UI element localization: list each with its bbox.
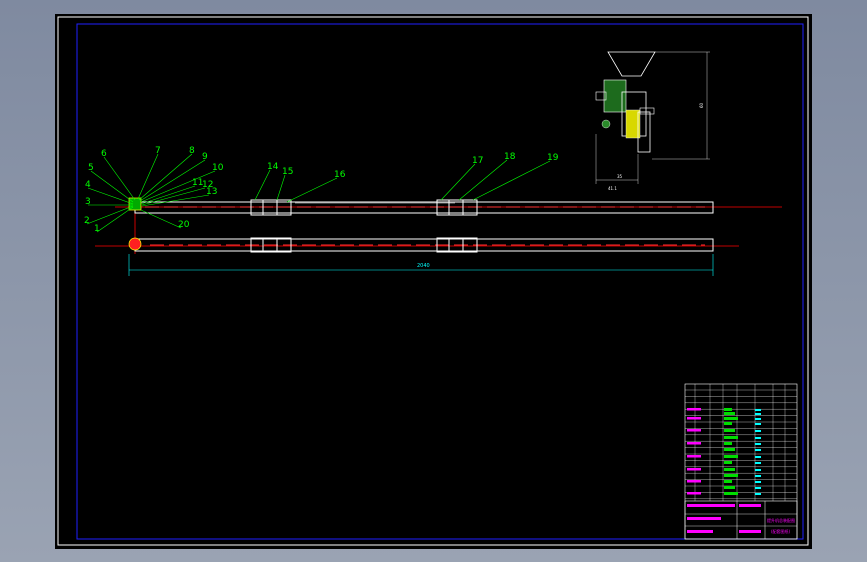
hopper-funnel [607,51,656,77]
balloon-17: 17 [472,156,483,166]
balloon-8: 8 [189,146,195,156]
balloon-3: 3 [85,197,91,207]
leader-line-8 [138,153,193,201]
end-pulley [128,237,142,251]
leader-line-2 [86,205,134,225]
cad-viewport[interactable]: 2040 1 2 3 4 5 6 7 8 9 10 11 12 13 14 15 16 17 18 19 20 60 [0,0,867,562]
drawing-sheet: 2040 1 2 3 4 5 6 7 8 9 10 11 12 13 14 15 16 17 18 19 20 60 [55,14,812,549]
dim-overall-length: 2040 [417,263,430,269]
leader-line-4 [87,187,134,205]
balloon-callouts: 123456 7 891011121314 15 1617 18 1920 [84,146,559,234]
inner-frame [76,23,804,540]
balloon-5: 5 [88,163,94,173]
balloon-18: 18 [504,152,516,162]
leader-line-19 [472,160,551,201]
balloon-1: 1 [94,224,100,234]
balloon-7: 7 [155,146,161,156]
balloon-14: 14 [267,162,279,172]
balloon-19: 19 [547,153,559,163]
leader-line-16 [286,177,338,203]
balloon-9: 9 [202,152,208,162]
balloon-13: 13 [206,187,217,197]
leader-line-15 [276,174,286,201]
balloon-10: 10 [212,163,224,173]
leader-line-5 [90,170,134,203]
bracket-left [603,79,627,113]
dim-detail-width: 35 [617,174,623,179]
leader-line-18 [458,159,508,201]
leader-line-6 [103,156,136,201]
balloon-20: 20 [178,220,190,230]
title-drawing-sub: (配套图纸) [771,528,791,534]
balloon-15: 15 [282,167,293,177]
balloon-6: 6 [101,149,107,159]
assembly-drawing: 2040 123456 7 891011121314 15 1617 18 1920 60 [57,16,809,546]
leader-line-1 [96,206,134,233]
title-block: 提升机总装配图 (配套图纸) [684,383,798,540]
overall-dimension: 2040 [128,254,714,276]
dim-detail-sub: 41.1 [608,186,617,191]
leader-line-14 [254,169,271,201]
title-drawing-name: 提升机总装配图 [767,517,795,523]
balloon-2: 2 [84,216,90,226]
leader-line-17 [440,163,476,201]
dim-detail-height: 60 [699,102,704,108]
detail-view: 60 35 41.1 [595,51,710,191]
balloon-4: 4 [85,180,91,190]
shaft-front-view [95,237,739,253]
sheet-border [57,16,809,546]
balloon-16: 16 [334,170,346,180]
